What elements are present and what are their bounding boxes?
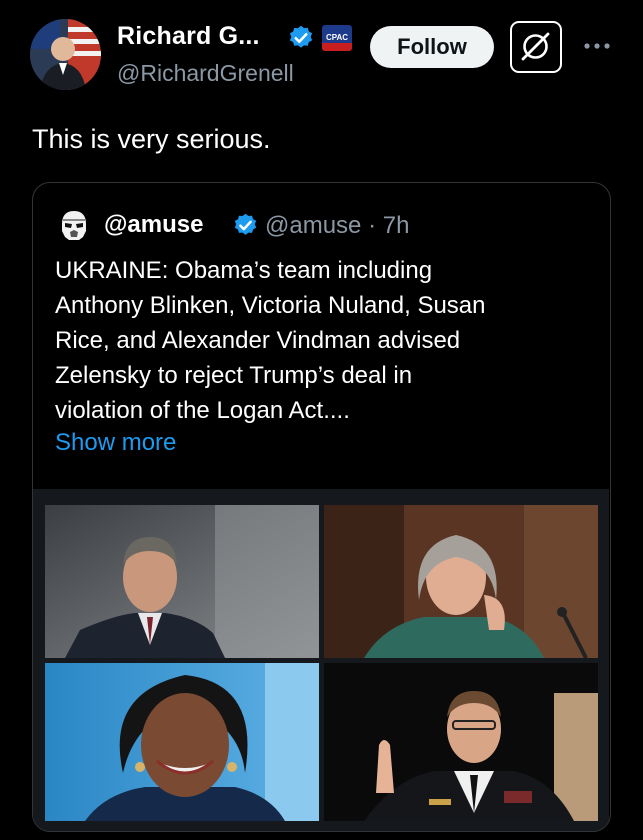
affiliation-badge[interactable]: CPAC — [322, 25, 352, 51]
media-photo-2[interactable] — [324, 505, 598, 658]
media-area — [33, 489, 609, 831]
more-options-icon — [584, 43, 610, 49]
stormtrooper-avatar-icon[interactable] — [55, 207, 93, 245]
follow-button[interactable]: Follow — [370, 26, 494, 68]
quoted-body-line: Anthony Blinken, Victoria Nuland, Susan — [55, 292, 486, 319]
quoted-body-line: Rice, and Alexander Vindman advised — [55, 327, 461, 354]
quoted-body-line: violation of the Logan Act.... — [55, 397, 350, 424]
verified-badge-icon — [289, 25, 313, 48]
quoted-timestamp[interactable]: 7h — [383, 212, 410, 239]
quoted-body-line: UKRAINE: Obama’s team including — [55, 257, 433, 284]
tweet-header: Richard G... CPAC @RichardGrenell Follow — [0, 0, 643, 110]
media-photo-4[interactable] — [324, 663, 598, 821]
author-display-name[interactable]: Richard G... — [117, 22, 260, 51]
verified-badge-icon — [234, 213, 257, 235]
photo-man-suit-icon — [45, 505, 319, 658]
quoted-author-handle[interactable]: @amuse — [265, 212, 361, 239]
meta-separator: · — [361, 212, 383, 239]
quoted-author-name[interactable]: @amuse — [104, 211, 203, 239]
quoted-tweet-body: UKRAINE: Obama’s team including Anthony … — [55, 253, 590, 428]
tweet-text: This is very serious. — [32, 124, 271, 154]
media-grid — [45, 505, 598, 821]
more-options-button[interactable] — [583, 38, 611, 54]
show-more-link[interactable]: Show more — [55, 429, 176, 457]
affiliation-badge-text: CPAC — [326, 33, 348, 42]
media-photo-1[interactable] — [45, 505, 319, 658]
profile-photo-icon — [30, 19, 101, 90]
author-avatar[interactable] — [30, 19, 101, 90]
photo-woman-portrait-icon — [45, 663, 319, 821]
photo-woman-hearing-icon — [324, 505, 598, 658]
quoted-body-line: Zelensky to reject Trump’s deal in — [55, 362, 413, 389]
quoted-meta: @amuse · 7h — [265, 212, 409, 240]
media-photo-3[interactable] — [45, 663, 319, 821]
photo-officer-oath-icon — [324, 663, 598, 821]
quoted-tweet-card[interactable]: @amuse @amuse · 7h UKRAINE: Obama’s team… — [32, 182, 611, 832]
author-handle[interactable]: @RichardGrenell — [117, 60, 294, 87]
quoted-tweet-header: @amuse @amuse · 7h — [55, 207, 595, 247]
grok-button[interactable] — [510, 21, 562, 73]
grok-icon — [521, 32, 550, 61]
